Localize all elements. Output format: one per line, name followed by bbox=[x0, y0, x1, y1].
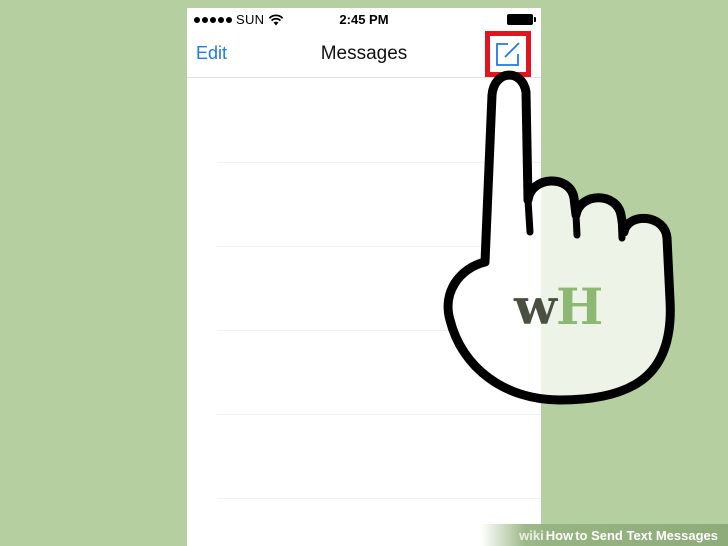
compose-icon[interactable] bbox=[492, 38, 524, 70]
list-item[interactable] bbox=[187, 79, 541, 163]
logo-w: w bbox=[514, 277, 557, 336]
logo-h: H bbox=[556, 277, 603, 336]
status-bar: SUN 2:45 PM bbox=[187, 8, 541, 30]
phone-screen: SUN 2:45 PM Edit Messages bbox=[187, 8, 541, 546]
battery-icon bbox=[507, 14, 536, 25]
list-item[interactable] bbox=[187, 163, 541, 247]
status-time: 2:45 PM bbox=[339, 12, 389, 27]
message-list bbox=[187, 79, 541, 499]
caption-title: to Send Text Messages bbox=[575, 527, 718, 543]
list-item[interactable] bbox=[187, 247, 541, 331]
list-item[interactable] bbox=[187, 331, 541, 415]
caption-how: How bbox=[545, 527, 574, 543]
caption-wiki: wiki bbox=[519, 527, 544, 543]
wikihow-logo: wH bbox=[514, 282, 603, 332]
caption-banner: wiki How to Send Text Messages bbox=[481, 524, 728, 546]
row-divider bbox=[217, 498, 541, 499]
list-item[interactable] bbox=[187, 415, 541, 499]
